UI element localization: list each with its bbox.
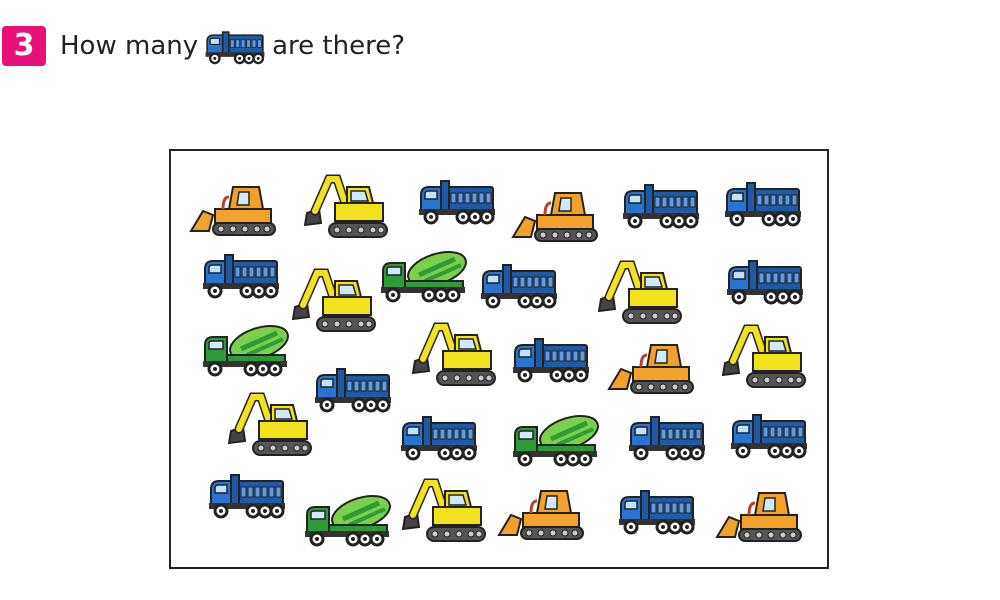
mixer-truck-icon — [203, 319, 292, 375]
dump-truck-icon — [399, 415, 479, 461]
dump-truck-icon — [207, 473, 287, 519]
question-prefix: How many — [60, 31, 199, 61]
question-suffix: are there? — [272, 31, 406, 61]
mixer-truck-icon — [305, 489, 394, 545]
bulldozer-icon — [497, 489, 585, 541]
bulldozer-icon — [715, 491, 803, 543]
dump-truck-icon — [723, 181, 803, 227]
dump-truck-icon — [511, 337, 591, 383]
dump-truck-icon — [417, 179, 497, 225]
bulldozer-icon — [607, 343, 695, 395]
dump-truck-icon — [479, 263, 559, 309]
dump-truck-icon — [617, 489, 697, 535]
excavator-icon — [305, 179, 387, 237]
excavator-icon — [229, 397, 311, 455]
dump-truck-icon — [204, 24, 266, 68]
bulldozer-icon — [189, 185, 277, 237]
mixer-truck-icon — [513, 409, 602, 465]
question-text: How many are there? — [60, 24, 405, 68]
question-number-badge: 3 — [2, 26, 46, 66]
mixer-truck-icon — [381, 245, 470, 301]
excavator-icon — [403, 483, 485, 541]
excavator-icon — [599, 265, 681, 323]
excavator-icon — [293, 273, 375, 331]
vehicle-picture-frame — [169, 149, 829, 569]
dump-truck-icon — [627, 415, 707, 461]
excavator-icon — [723, 329, 805, 387]
dump-truck-icon — [725, 259, 805, 305]
excavator-icon — [413, 327, 495, 385]
bulldozer-icon — [511, 191, 599, 243]
dump-truck-icon — [621, 183, 701, 229]
dump-truck-icon — [313, 367, 393, 413]
dump-truck-icon — [729, 413, 809, 459]
dump-truck-icon — [201, 253, 281, 299]
vehicle-scene — [189, 151, 827, 567]
